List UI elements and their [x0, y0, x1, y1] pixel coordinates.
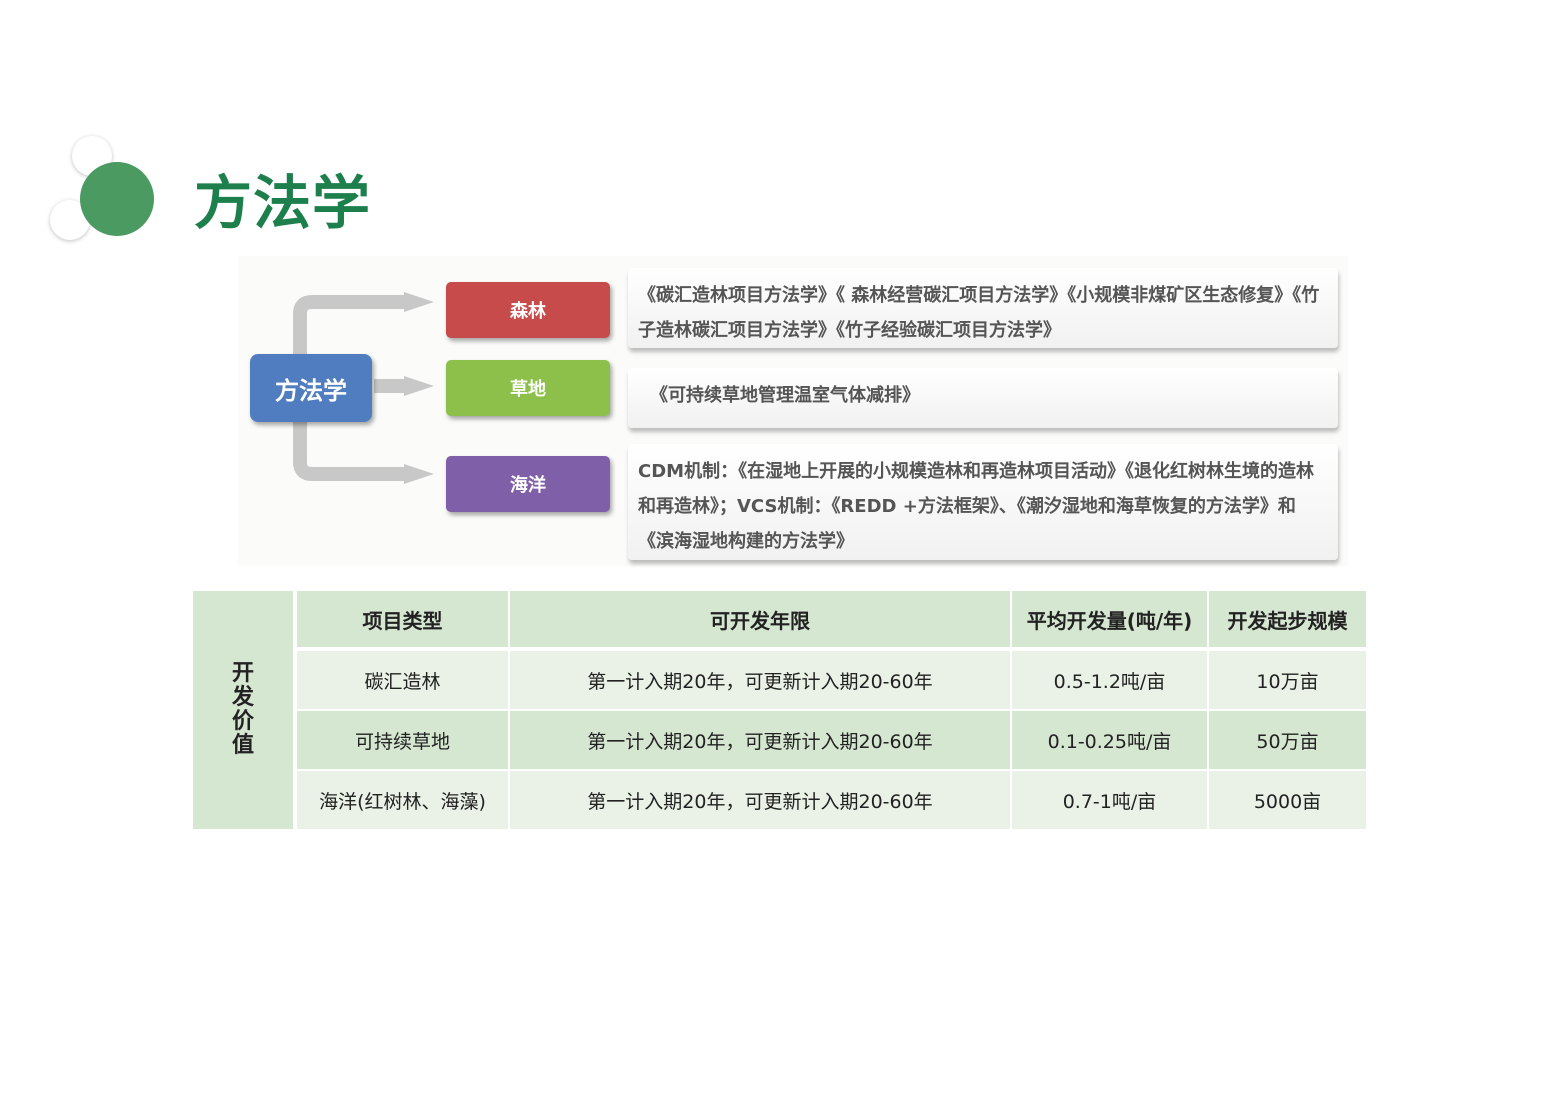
category-forest: 森林: [446, 282, 610, 338]
side-label: 开发价值: [193, 591, 295, 831]
column-header: 平均开发量(吨/年): [1010, 591, 1207, 651]
page-title: 方法学: [194, 169, 372, 237]
column-header: 可开发年限: [508, 591, 1010, 651]
column-header: 开发起步规模: [1207, 591, 1366, 651]
table-cell: 5000亩: [1207, 771, 1366, 831]
table-cell: 第一计入期20年，可更新计入期20-60年: [508, 711, 1010, 771]
arrowhead-grassland: [404, 376, 434, 396]
table-row: 海洋(红树林、海藻) 第一计入期20年，可更新计入期20-60年 0.7-1吨/…: [193, 771, 1366, 831]
table-cell: 0.7-1吨/亩: [1010, 771, 1207, 831]
table-cell: 50万亩: [1207, 711, 1366, 771]
table-row: 碳汇造林 第一计入期20年，可更新计入期20-60年 0.5-1.2吨/亩 10…: [193, 651, 1366, 711]
arrowhead-ocean: [404, 464, 434, 484]
table-cell: 第一计入期20年，可更新计入期20-60年: [508, 771, 1010, 831]
column-header: 项目类型: [295, 591, 508, 651]
methodology-diagram: 方法学 森林 草地 海洋 《碳汇造林项目方法学》《 森林经营碳汇项目方法学》《小…: [238, 256, 1348, 566]
arrowhead-forest: [404, 292, 434, 312]
category-ocean: 海洋: [446, 456, 610, 512]
decorative-circle-green: [80, 162, 154, 236]
table-cell: 10万亩: [1207, 651, 1366, 711]
table-cell: 0.1-0.25吨/亩: [1010, 711, 1207, 771]
development-value-table: 开发价值 项目类型 可开发年限 平均开发量(吨/年) 开发起步规模 碳汇造林 第…: [193, 591, 1366, 831]
table-cell: 海洋(红树林、海藻): [295, 771, 508, 831]
ocean-description: CDM机制：《在湿地上开展的小规模造林和再造林项目活动》《退化红树林生境的造林和…: [628, 444, 1338, 560]
table-cell: 第一计入期20年，可更新计入期20-60年: [508, 651, 1010, 711]
grassland-description: 《可持续草地管理温室气体减排》: [628, 368, 1338, 428]
table-cell: 碳汇造林: [295, 651, 508, 711]
table-header-row: 开发价值 项目类型 可开发年限 平均开发量(吨/年) 开发起步规模: [193, 591, 1366, 831]
arrow-to-forest: [293, 295, 406, 356]
arrow-to-ocean: [293, 422, 406, 481]
table-cell: 可持续草地: [295, 711, 508, 771]
root-node: 方法学: [250, 354, 372, 422]
table-row: 可持续草地 第一计入期20年，可更新计入期20-60年 0.1-0.25吨/亩 …: [193, 711, 1366, 771]
category-grassland: 草地: [446, 360, 610, 416]
forest-description: 《碳汇造林项目方法学》《 森林经营碳汇项目方法学》《小规模非煤矿区生态修复》《竹…: [628, 268, 1338, 348]
table-cell: 0.5-1.2吨/亩: [1010, 651, 1207, 711]
